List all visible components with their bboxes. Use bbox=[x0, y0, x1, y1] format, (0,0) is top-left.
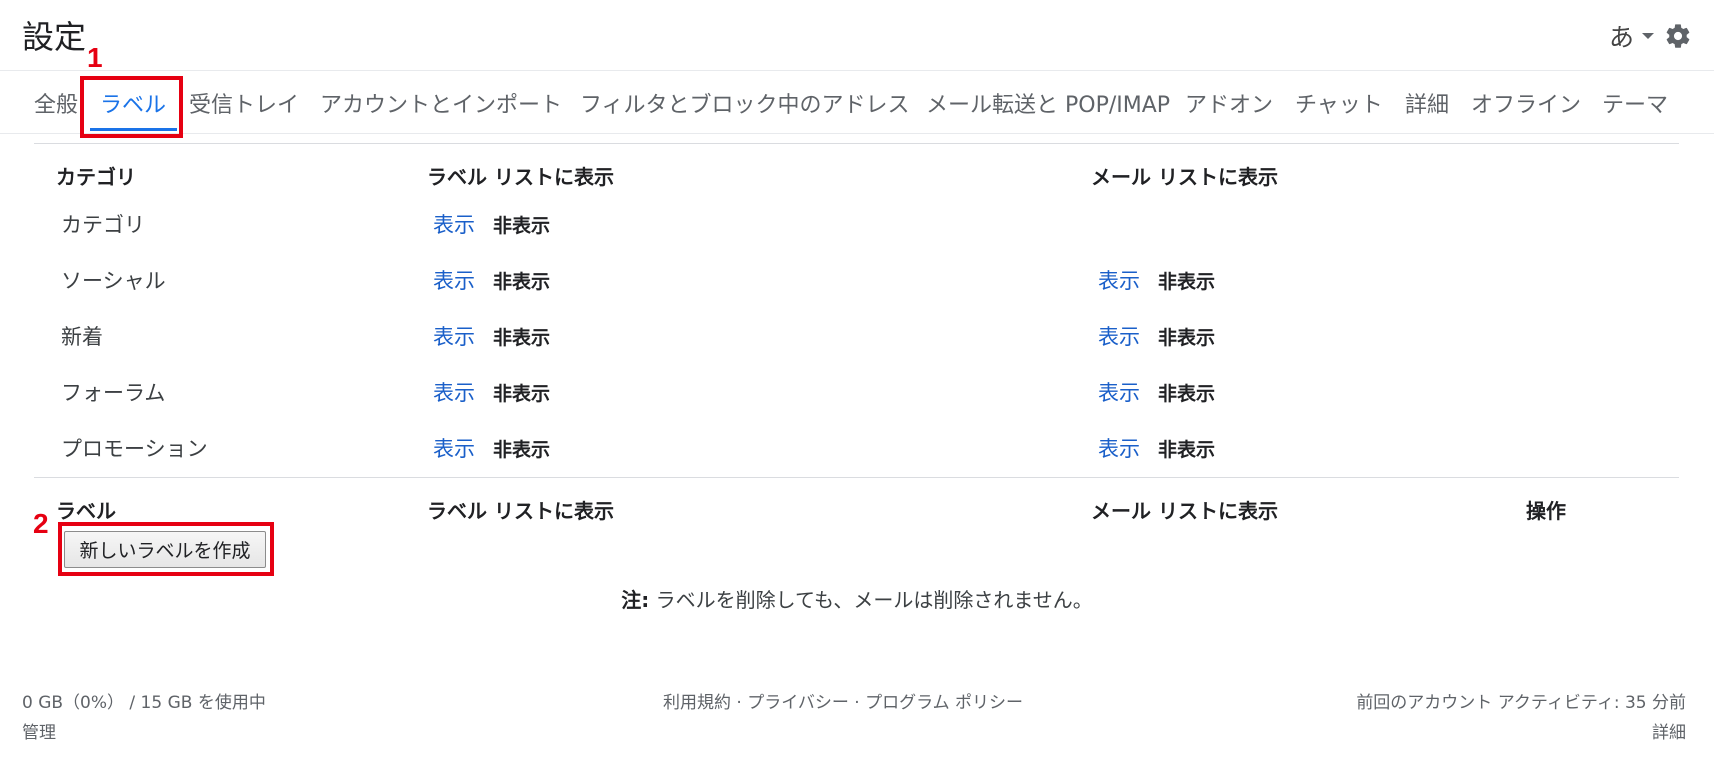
mail-list-show-link[interactable]: 表示 bbox=[1098, 377, 1140, 407]
mail-list-show-link[interactable]: 表示 bbox=[1098, 265, 1140, 295]
label-list-show-link[interactable]: 表示 bbox=[433, 433, 475, 463]
label-list-hide-option: 非表示 bbox=[493, 439, 551, 461]
dropdown-caret-icon[interactable] bbox=[1642, 33, 1654, 39]
label-list-show-link[interactable]: 表示 bbox=[433, 377, 475, 407]
category-name: フォーラム bbox=[61, 381, 166, 405]
tab-addons[interactable]: アドオン bbox=[1185, 87, 1273, 119]
label-list-show-link[interactable]: 表示 bbox=[433, 209, 475, 239]
activity-details-link[interactable]: 詳細 bbox=[1652, 718, 1686, 743]
footer-policy-links[interactable]: 利用規約 · プライバシー · プログラム ポリシー bbox=[663, 688, 1023, 713]
label-list-column-heading: ラベル リストに表示 bbox=[427, 165, 614, 189]
mail-list-column-heading: メール リストに表示 bbox=[1091, 165, 1278, 189]
mail-list-hide-option: 非表示 bbox=[1158, 271, 1216, 293]
tab-themes[interactable]: テーマ bbox=[1602, 87, 1668, 119]
category-name: ソーシャル bbox=[61, 269, 166, 293]
mail-list-hide-option: 非表示 bbox=[1158, 383, 1216, 405]
tab-chat[interactable]: チャット bbox=[1295, 87, 1383, 119]
tab-forwarding-pop-imap[interactable]: メール転送と POP/IMAP bbox=[926, 87, 1170, 119]
categories-heading: カテゴリ bbox=[56, 165, 136, 189]
storage-usage: 0 GB（0%） / 15 GB を使用中 bbox=[22, 693, 266, 713]
label-list-hide-option: 非表示 bbox=[493, 215, 551, 237]
mail-list-show-link[interactable]: 表示 bbox=[1098, 433, 1140, 463]
delete-label-note: 注: ラベルを削除しても、メールは削除されません。 bbox=[0, 584, 1714, 613]
mail-list-hide-option: 非表示 bbox=[1158, 439, 1216, 461]
annotation-marker-2: 2 bbox=[33, 508, 49, 539]
mail-list-column-heading: メール リストに表示 bbox=[1091, 499, 1278, 523]
manage-storage-link[interactable]: 管理 bbox=[22, 718, 56, 743]
note-text: ラベルを削除しても、メールは削除されません。 bbox=[649, 588, 1093, 612]
header-controls: あ bbox=[1609, 16, 1692, 56]
settings-header: 設定 あ bbox=[0, 0, 1714, 70]
annotation-highlight-labels-tab bbox=[80, 76, 183, 138]
category-name: カテゴリ bbox=[61, 213, 145, 237]
tab-general[interactable]: 全般 bbox=[34, 87, 78, 119]
actions-column-heading: 操作 bbox=[1526, 499, 1566, 523]
label-list-column-heading: ラベル リストに表示 bbox=[427, 499, 614, 523]
gear-icon[interactable] bbox=[1664, 22, 1692, 50]
tab-advanced[interactable]: 詳細 bbox=[1405, 87, 1449, 119]
settings-tabs: 全般 ラベル 受信トレイ アカウントとインポート フィルタとブロック中のアドレス… bbox=[0, 70, 1714, 134]
label-list-hide-option: 非表示 bbox=[493, 383, 551, 405]
mail-list-hide-option: 非表示 bbox=[1158, 327, 1216, 349]
tab-filters-blocked[interactable]: フィルタとブロック中のアドレス bbox=[580, 87, 910, 119]
tab-accounts-import[interactable]: アカウントとインポート bbox=[320, 87, 562, 119]
section-divider bbox=[34, 143, 1679, 144]
label-list-hide-option: 非表示 bbox=[493, 271, 551, 293]
annotation-marker-1: 1 bbox=[87, 42, 103, 73]
label-list-show-link[interactable]: 表示 bbox=[433, 265, 475, 295]
input-mode-indicator[interactable]: あ bbox=[1609, 18, 1634, 54]
section-divider bbox=[34, 477, 1679, 478]
labels-heading: ラベル bbox=[56, 499, 116, 523]
note-prefix: 注: bbox=[621, 588, 650, 612]
tab-offline[interactable]: オフライン bbox=[1471, 87, 1581, 119]
category-name: プロモーション bbox=[61, 437, 208, 461]
tab-inbox[interactable]: 受信トレイ bbox=[189, 87, 299, 119]
page-title: 設定 bbox=[22, 18, 87, 56]
label-list-show-link[interactable]: 表示 bbox=[433, 321, 475, 351]
mail-list-show-link[interactable]: 表示 bbox=[1098, 321, 1140, 351]
label-list-hide-option: 非表示 bbox=[493, 327, 551, 349]
annotation-highlight-create-button bbox=[58, 522, 274, 576]
category-name: 新着 bbox=[61, 325, 103, 349]
last-account-activity: 前回のアカウント アクティビティ: 35 分前 bbox=[1356, 693, 1686, 713]
